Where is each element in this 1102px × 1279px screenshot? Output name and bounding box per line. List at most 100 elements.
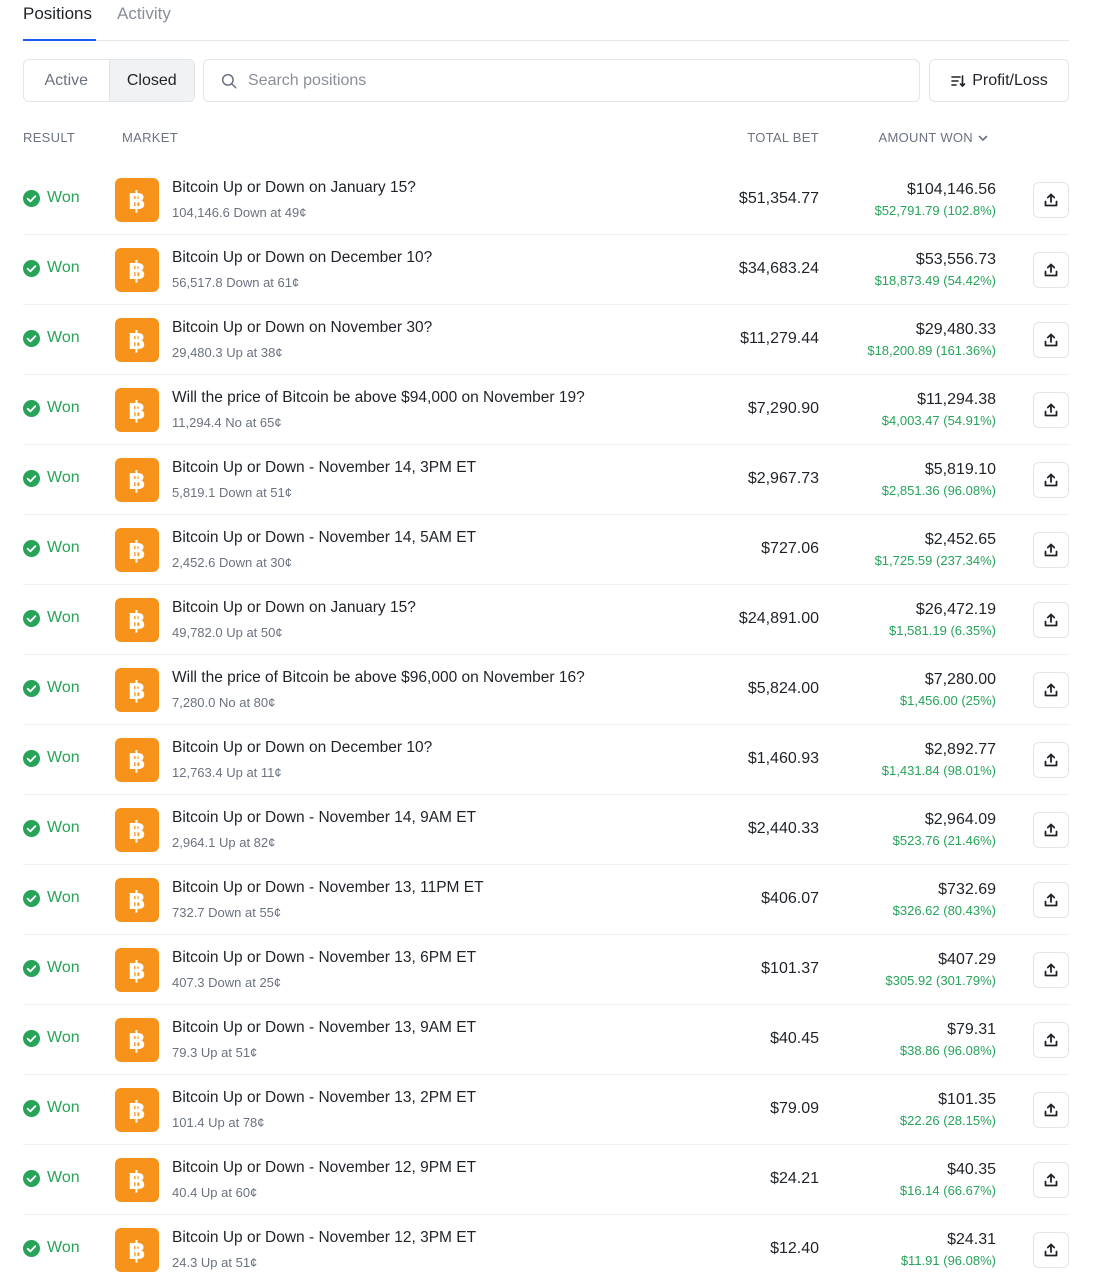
search-box — [203, 59, 920, 102]
check-circle-icon — [23, 329, 40, 347]
share-button[interactable] — [1033, 182, 1069, 218]
table-row: Won ฿ Bitcoin Up or Down - November 14, … — [23, 445, 1069, 515]
market-title[interactable]: Bitcoin Up or Down on November 30? — [172, 319, 432, 337]
market-title[interactable]: Bitcoin Up or Down - November 12, 3PM ET — [172, 1229, 476, 1247]
market-title[interactable]: Bitcoin Up or Down - November 13, 6PM ET — [172, 949, 476, 967]
market-title[interactable]: Bitcoin Up or Down - November 13, 11PM E… — [172, 879, 484, 897]
share-button[interactable] — [1033, 532, 1069, 568]
result-cell: Won — [23, 399, 80, 417]
position-detail: 104,146.6 Down at 49¢ — [172, 205, 307, 220]
total-bet-value: $24.21 — [770, 1170, 819, 1187]
share-button[interactable] — [1033, 1232, 1069, 1268]
market-title[interactable]: Bitcoin Up or Down on January 15? — [172, 599, 416, 617]
table-row: Won ฿ Bitcoin Up or Down - November 13, … — [23, 935, 1069, 1005]
share-icon — [1044, 263, 1058, 277]
share-button[interactable] — [1033, 252, 1069, 288]
sort-label: Profit/Loss — [972, 71, 1048, 89]
amount-won-value: $2,964.09 — [924, 811, 996, 828]
result-label: Won — [47, 609, 80, 626]
share-button[interactable] — [1033, 882, 1069, 918]
amount-won-value: $2,892.77 — [924, 741, 996, 758]
tab-active-indicator — [23, 39, 96, 41]
tab-activity[interactable]: Activity — [117, 4, 171, 24]
result-cell: Won — [23, 469, 80, 487]
table-row: Won ฿ Bitcoin Up or Down - November 14, … — [23, 515, 1069, 585]
share-button[interactable] — [1033, 462, 1069, 498]
share-button[interactable] — [1033, 602, 1069, 638]
check-circle-icon — [23, 679, 40, 697]
profit-value: $11.91 (96.08%) — [900, 1253, 996, 1268]
total-bet-value: $406.07 — [761, 890, 819, 907]
result-label: Won — [47, 1029, 80, 1046]
market-title[interactable]: Bitcoin Up or Down on December 10? — [172, 249, 432, 267]
total-bet-value: $51,354.77 — [738, 190, 819, 207]
market-title[interactable]: Bitcoin Up or Down - November 12, 9PM ET — [172, 1159, 476, 1177]
profit-value: $326.62 (80.43%) — [892, 903, 996, 918]
svg-text:฿: ฿ — [128, 256, 145, 285]
result-label: Won — [47, 1239, 80, 1256]
total-bet-value: $2,967.73 — [747, 470, 819, 487]
svg-text:฿: ฿ — [128, 536, 145, 565]
share-icon — [1044, 1173, 1058, 1187]
market-title[interactable]: Bitcoin Up or Down on December 10? — [172, 739, 432, 757]
filter-active-button[interactable]: Active — [24, 60, 109, 101]
bitcoin-icon: ฿ — [115, 458, 159, 502]
result-cell: Won — [23, 329, 80, 347]
position-detail: 101.4 Up at 78¢ — [172, 1115, 265, 1130]
share-button[interactable] — [1033, 742, 1069, 778]
market-title[interactable]: Bitcoin Up or Down - November 13, 2PM ET — [172, 1089, 476, 1107]
share-button[interactable] — [1033, 672, 1069, 708]
result-cell: Won — [23, 1239, 80, 1257]
profit-value: $2,851.36 (96.08%) — [881, 483, 996, 498]
market-title[interactable]: Will the price of Bitcoin be above $96,0… — [172, 669, 585, 687]
bitcoin-icon: ฿ — [115, 668, 159, 712]
svg-text:฿: ฿ — [128, 1026, 145, 1055]
position-detail: 29,480.3 Up at 38¢ — [172, 345, 283, 360]
share-button[interactable] — [1033, 392, 1069, 428]
total-bet-value: $40.45 — [770, 1030, 819, 1047]
market-title[interactable]: Bitcoin Up or Down - November 14, 3PM ET — [172, 459, 476, 477]
result-cell: Won — [23, 889, 80, 907]
share-button[interactable] — [1033, 1162, 1069, 1198]
filter-closed-button[interactable]: Closed — [108, 60, 194, 101]
total-bet-value: $2,440.33 — [747, 820, 819, 837]
result-label: Won — [47, 469, 80, 486]
sort-profit-loss-button[interactable]: Profit/Loss — [929, 59, 1069, 102]
profit-value: $16.14 (66.67%) — [899, 1183, 996, 1198]
market-title[interactable]: Bitcoin Up or Down on January 15? — [172, 179, 416, 197]
share-button[interactable] — [1033, 812, 1069, 848]
profit-value: $523.76 (21.46%) — [892, 833, 996, 848]
share-button[interactable] — [1033, 322, 1069, 358]
amount-won-value: $732.69 — [938, 881, 996, 898]
total-bet-value: $7,290.90 — [747, 400, 819, 417]
profit-value: $1,431.84 (98.01%) — [881, 763, 996, 778]
share-button[interactable] — [1033, 1022, 1069, 1058]
column-header-amount-won[interactable]: AMOUNT WON — [879, 130, 989, 145]
tab-positions[interactable]: Positions — [23, 4, 92, 24]
market-title[interactable]: Bitcoin Up or Down - November 14, 5AM ET — [172, 529, 476, 547]
column-header-market: MARKET — [122, 130, 178, 145]
market-title[interactable]: Will the price of Bitcoin be above $94,0… — [172, 389, 585, 407]
check-circle-icon — [23, 1239, 40, 1257]
check-circle-icon — [23, 749, 40, 767]
share-icon — [1044, 1243, 1058, 1257]
position-detail: 732.7 Down at 55¢ — [172, 905, 282, 920]
market-title[interactable]: Bitcoin Up or Down - November 14, 9AM ET — [172, 809, 476, 827]
profit-value: $1,725.59 (237.34%) — [874, 553, 996, 568]
result-cell: Won — [23, 259, 80, 277]
share-button[interactable] — [1033, 1092, 1069, 1128]
position-detail: 49,782.0 Up at 50¢ — [172, 625, 283, 640]
check-circle-icon — [23, 539, 40, 557]
result-label: Won — [47, 329, 80, 346]
result-label: Won — [47, 679, 80, 696]
profit-value: $1,456.00 (25%) — [899, 693, 996, 708]
svg-text:฿: ฿ — [128, 676, 145, 705]
check-circle-icon — [23, 1029, 40, 1047]
share-button[interactable] — [1033, 952, 1069, 988]
market-title[interactable]: Bitcoin Up or Down - November 13, 9AM ET — [172, 1019, 476, 1037]
profit-value: $18,873.49 (54.42%) — [874, 273, 996, 288]
total-bet-value: $101.37 — [761, 960, 819, 977]
search-input[interactable] — [248, 71, 848, 90]
total-bet-value: $727.06 — [761, 540, 819, 557]
check-circle-icon — [23, 189, 40, 207]
